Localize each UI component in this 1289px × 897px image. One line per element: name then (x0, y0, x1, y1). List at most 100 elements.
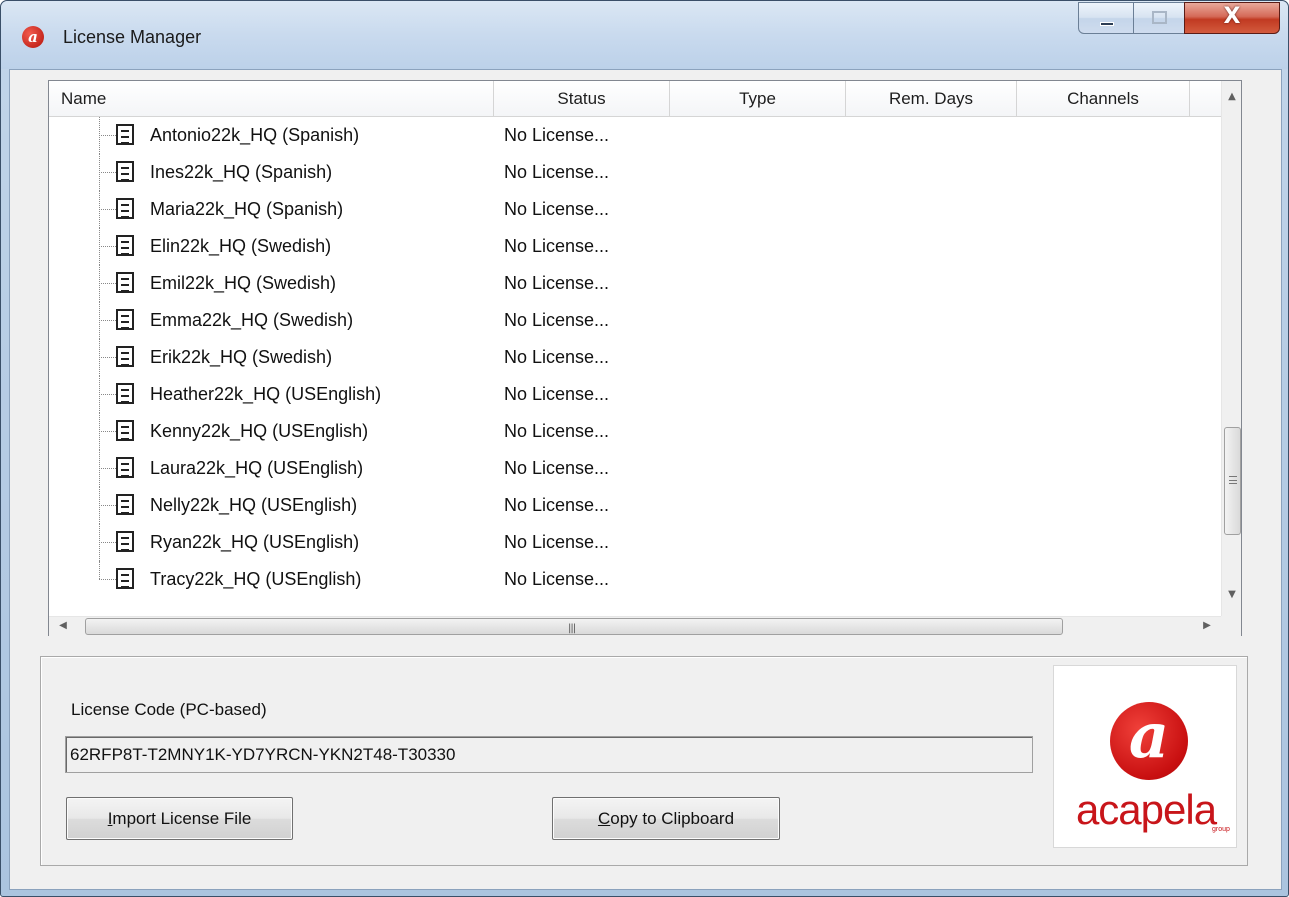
grip-icon: ||| (568, 623, 576, 634)
document-list-icon (116, 272, 134, 293)
document-list-icon (116, 531, 134, 552)
list-header: Name Status Type Rem. Days Channels (49, 81, 1221, 117)
table-row[interactable]: Nelly22k_HQ (USEnglish) No License... (49, 487, 1221, 524)
row-name: Maria22k_HQ (Spanish) (150, 199, 344, 219)
table-row[interactable]: Heather22k_HQ (USEnglish) No License... (49, 376, 1221, 413)
scroll-left-arrow-icon[interactable]: ◀ (53, 620, 73, 631)
copy-to-clipboard-button[interactable]: Copy to Clipboard (552, 797, 780, 840)
vertical-scroll-thumb[interactable] (1224, 427, 1241, 535)
tree-line (99, 542, 116, 543)
row-status: No License... (504, 384, 610, 404)
document-list-icon (116, 161, 134, 182)
row-name: Laura22k_HQ (USEnglish) (150, 458, 364, 478)
acapela-logo: a acapela group (1053, 665, 1237, 848)
row-name: Heather22k_HQ (USEnglish) (150, 384, 382, 404)
row-name: Ines22k_HQ (Spanish) (150, 162, 333, 182)
table-row[interactable]: Emil22k_HQ (Swedish) No License... (49, 265, 1221, 302)
document-list-icon (116, 309, 134, 330)
tree-line (99, 320, 116, 321)
column-header-type[interactable]: Type (670, 81, 846, 117)
horizontal-scrollbar[interactable]: ◀ ||| ▶ (49, 616, 1221, 636)
document-list-icon (116, 124, 134, 145)
table-row[interactable]: Maria22k_HQ (Spanish) No License... (49, 191, 1221, 228)
acapela-logo-mark: a (1128, 699, 1170, 772)
column-header-status[interactable]: Status (494, 81, 670, 117)
document-list-icon (116, 346, 134, 367)
row-status: No License... (504, 273, 610, 293)
row-status: No License... (504, 569, 610, 589)
document-list-icon (116, 383, 134, 404)
row-name: Nelly22k_HQ (USEnglish) (150, 495, 358, 515)
row-status: No License... (504, 495, 610, 515)
row-name: Ryan22k_HQ (USEnglish) (150, 532, 360, 552)
license-code-field[interactable]: 62RFP8T-T2MNY1K-YD7YRCN-YKN2T48-T30330 (65, 736, 1033, 773)
minimize-button[interactable] (1078, 2, 1134, 34)
title-bar[interactable]: a License Manager X (1, 1, 1288, 69)
scroll-right-arrow-icon[interactable]: ▶ (1197, 620, 1217, 631)
scroll-down-arrow-icon[interactable]: ▼ (1222, 589, 1242, 600)
column-header-name[interactable]: Name (49, 81, 494, 117)
tree-line (99, 172, 116, 173)
scroll-up-arrow-icon[interactable]: ▲ (1222, 91, 1242, 102)
row-status: No License... (504, 236, 610, 256)
maximize-icon (1152, 11, 1167, 24)
document-list-icon (116, 457, 134, 478)
row-status: No License... (504, 162, 610, 182)
tree-line (99, 431, 116, 432)
license-code-label: License Code (PC-based) (71, 700, 267, 719)
tree-line (99, 246, 116, 247)
row-status: No License... (504, 310, 610, 330)
document-list-icon (116, 235, 134, 256)
scrollbar-corner (1221, 616, 1241, 636)
tree-line (99, 468, 116, 469)
table-row[interactable]: Tracy22k_HQ (USEnglish) No License... (49, 561, 1221, 598)
tree-line (99, 561, 100, 579)
list-rows: Antonio22k_HQ (Spanish) No License... Ines… (49, 117, 1221, 617)
client-area: Name Status Type Rem. Days Channels Anto… (9, 69, 1282, 890)
copy-label: opy to Clipboard (610, 809, 735, 828)
close-icon: X (1223, 4, 1241, 29)
close-button[interactable]: X (1184, 2, 1280, 34)
import-label: mport License File (112, 809, 252, 828)
tree-line (99, 579, 116, 580)
table-row[interactable]: Ryan22k_HQ (USEnglish) No License... (49, 524, 1221, 561)
table-row[interactable]: Elin22k_HQ (Swedish) No License... (49, 228, 1221, 265)
row-name: Tracy22k_HQ (USEnglish) (150, 569, 362, 589)
row-status: No License... (504, 421, 610, 441)
tree-line (99, 505, 116, 506)
row-name: Emil22k_HQ (Swedish) (150, 273, 337, 293)
tree-line (99, 394, 116, 395)
acapela-logo-sub: group (1212, 826, 1230, 833)
license-manager-window: a License Manager X Name Status Type Rem… (0, 0, 1289, 897)
maximize-button[interactable] (1133, 2, 1185, 34)
tree-line (99, 283, 116, 284)
table-row[interactable]: Emma22k_HQ (Swedish) No License... (49, 302, 1221, 339)
import-license-file-button[interactable]: Import License File (66, 797, 293, 840)
license-list-view[interactable]: Name Status Type Rem. Days Channels Anto… (48, 80, 1242, 636)
document-list-icon (116, 198, 134, 219)
row-name: Erik22k_HQ (Swedish) (150, 347, 333, 367)
row-name: Elin22k_HQ (Swedish) (150, 236, 332, 256)
row-name: Kenny22k_HQ (USEnglish) (150, 421, 369, 441)
tree-line (99, 209, 116, 210)
table-row[interactable]: Laura22k_HQ (USEnglish) No License... (49, 450, 1221, 487)
document-list-icon (116, 420, 134, 441)
row-name: Emma22k_HQ (Swedish) (150, 310, 354, 330)
tree-line (99, 135, 116, 136)
tree-line (99, 357, 116, 358)
table-row[interactable]: Erik22k_HQ (Swedish) No License... (49, 339, 1221, 376)
table-row[interactable]: Ines22k_HQ (Spanish) No License... (49, 154, 1221, 191)
table-row[interactable]: Antonio22k_HQ (Spanish) No License... (49, 117, 1221, 154)
acapela-logo-word: acapela (1075, 786, 1217, 833)
column-header-rem-days[interactable]: Rem. Days (846, 81, 1017, 117)
row-status: No License... (504, 347, 610, 367)
column-header-channels[interactable]: Channels (1017, 81, 1190, 117)
document-list-icon (116, 568, 134, 589)
window-title: License Manager (63, 27, 202, 47)
license-code-group: License Code (PC-based) 62RFP8T-T2MNY1K-… (40, 656, 1248, 866)
acapela-app-icon[interactable]: a (22, 26, 44, 48)
vertical-scrollbar[interactable]: ▲ ▼ (1221, 81, 1241, 616)
grip-icon (1229, 476, 1237, 484)
horizontal-scroll-thumb[interactable]: ||| (85, 618, 1063, 635)
table-row[interactable]: Kenny22k_HQ (USEnglish) No License... (49, 413, 1221, 450)
